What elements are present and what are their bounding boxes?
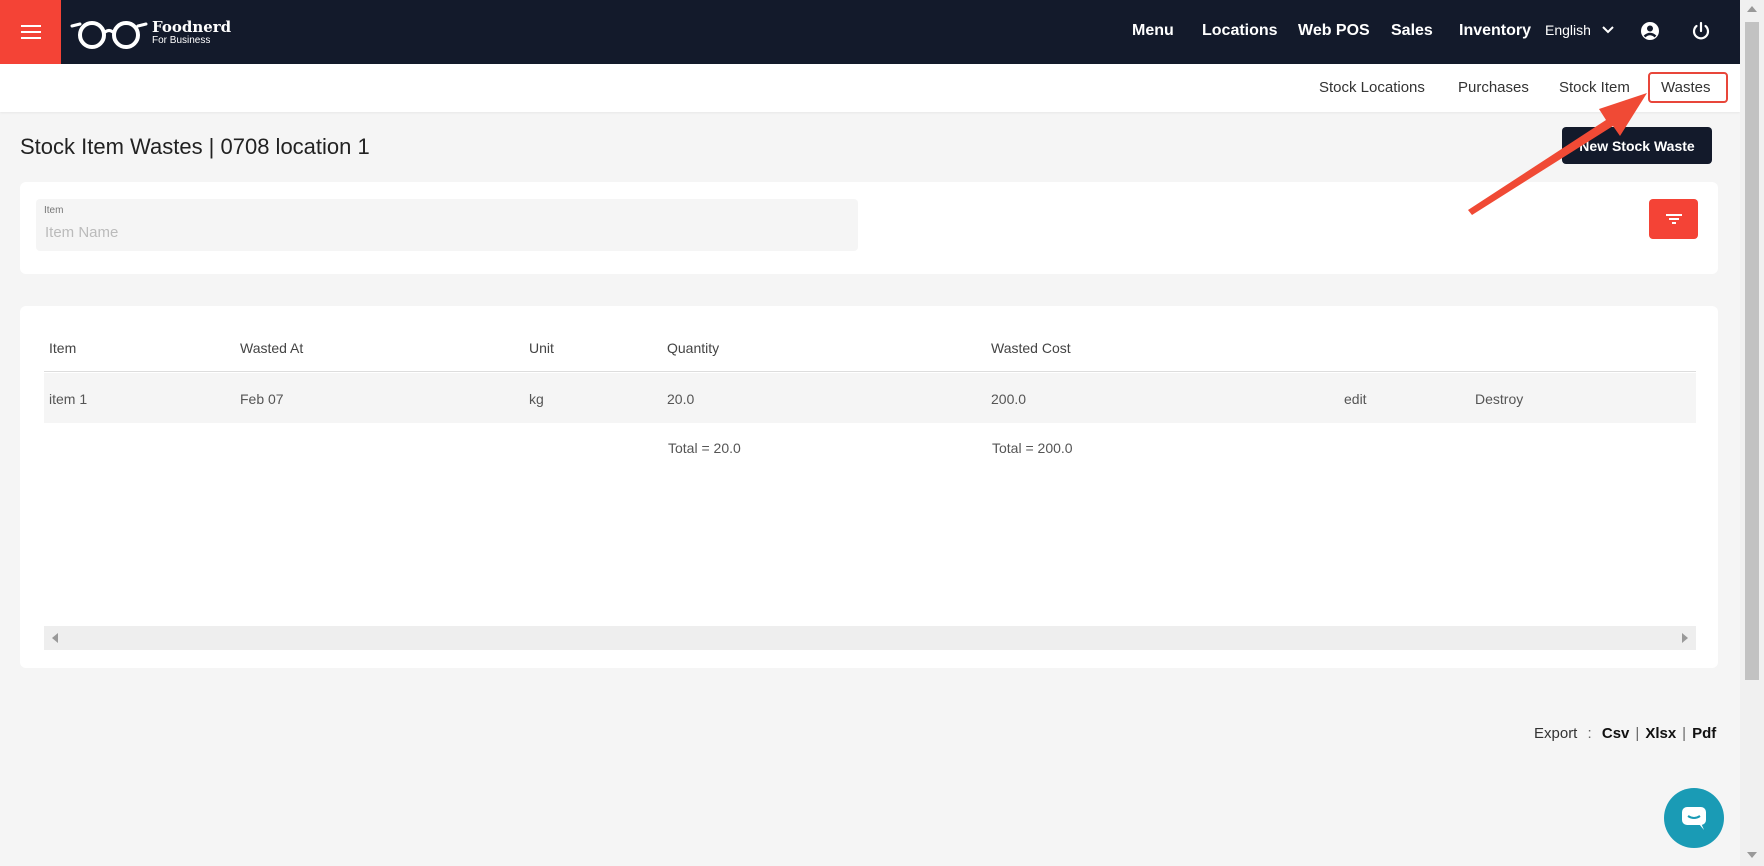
nav-web-pos[interactable]: Web POS	[1298, 22, 1370, 40]
item-filter-label: Item	[44, 205, 64, 216]
inventory-subnav: Stock Locations Purchases Stock Item Was…	[0, 64, 1740, 112]
quantity-total: Total = 20.0	[668, 440, 741, 456]
power-icon[interactable]	[1690, 20, 1712, 42]
col-wasted-cost[interactable]: Wasted Cost	[991, 340, 1071, 356]
cell-wasted-at: Feb 07	[240, 391, 284, 407]
chevron-down-icon	[1602, 26, 1614, 34]
nav-sales[interactable]: Sales	[1391, 22, 1433, 40]
col-unit[interactable]: Unit	[529, 340, 554, 356]
export-xlsx-link[interactable]: Xlsx	[1645, 725, 1676, 742]
subnav-stock-item[interactable]: Stock Item	[1559, 79, 1630, 96]
export-colon: :	[1587, 725, 1592, 742]
filter-icon	[1665, 214, 1682, 224]
scroll-left-icon[interactable]	[52, 633, 58, 643]
brand-name: Foodnerd	[152, 18, 232, 36]
edit-link[interactable]: edit	[1344, 391, 1367, 407]
chat-icon	[1682, 807, 1706, 830]
wasted-cost-total: Total = 200.0	[992, 440, 1073, 456]
language-label: English	[1545, 22, 1591, 38]
menu-toggle-button[interactable]	[0, 0, 61, 64]
user-circle-icon[interactable]	[1639, 20, 1661, 42]
table-row: item 1 Feb 07 kg 20.0 200.0 edit Destroy	[44, 373, 1696, 423]
filter-panel: Item	[20, 182, 1718, 274]
destroy-link[interactable]: Destroy	[1475, 391, 1523, 407]
export-links: Export : Csv | Xlsx | Pdf	[1534, 725, 1717, 742]
new-stock-waste-button[interactable]: New Stock Waste	[1562, 127, 1712, 164]
horizontal-scrollbar[interactable]	[44, 626, 1696, 650]
export-csv-link[interactable]: Csv	[1602, 725, 1630, 742]
vertical-scrollbar[interactable]	[1740, 0, 1764, 866]
export-label: Export	[1534, 725, 1578, 742]
table-header: Item Wasted At Unit Quantity Wasted Cost	[44, 306, 1696, 372]
active-tab-highlight	[1648, 72, 1728, 103]
scroll-up-icon[interactable]	[1747, 6, 1757, 12]
brand-subtitle: For Business	[152, 35, 211, 46]
wastes-table: Item Wasted At Unit Quantity Wasted Cost…	[20, 306, 1718, 668]
subnav-stock-locations[interactable]: Stock Locations	[1319, 79, 1425, 96]
scrollbar-thumb[interactable]	[1745, 22, 1759, 680]
page-title: Stock Item Wastes | 0708 location 1	[20, 134, 370, 159]
brand-logo[interactable]: Foodnerd For Business	[70, 16, 231, 50]
glasses-logo-icon	[70, 21, 148, 49]
export-pdf-link[interactable]: Pdf	[1692, 725, 1716, 742]
hamburger-icon	[20, 25, 41, 39]
scroll-down-icon[interactable]	[1747, 852, 1757, 858]
subnav-purchases[interactable]: Purchases	[1458, 79, 1529, 96]
nav-menu[interactable]: Menu	[1132, 22, 1174, 40]
nav-inventory[interactable]: Inventory	[1459, 22, 1531, 40]
cell-item: item 1	[49, 391, 88, 407]
col-item[interactable]: Item	[49, 340, 76, 356]
cell-quantity: 20.0	[667, 391, 695, 407]
nav-locations[interactable]: Locations	[1202, 22, 1278, 40]
scroll-right-icon[interactable]	[1682, 633, 1688, 643]
col-quantity[interactable]: Quantity	[667, 340, 719, 356]
cell-unit: kg	[529, 391, 544, 407]
item-filter-field[interactable]: Item	[36, 199, 858, 251]
cell-wasted-cost: 200.0	[991, 391, 1027, 407]
col-wasted-at[interactable]: Wasted At	[240, 340, 303, 356]
top-navbar: Foodnerd For Business Menu Locations Web…	[0, 0, 1740, 64]
item-name-input[interactable]	[45, 220, 825, 244]
language-select[interactable]: English	[1545, 22, 1615, 38]
filter-button[interactable]	[1649, 199, 1698, 239]
chat-widget-button[interactable]	[1664, 788, 1724, 848]
